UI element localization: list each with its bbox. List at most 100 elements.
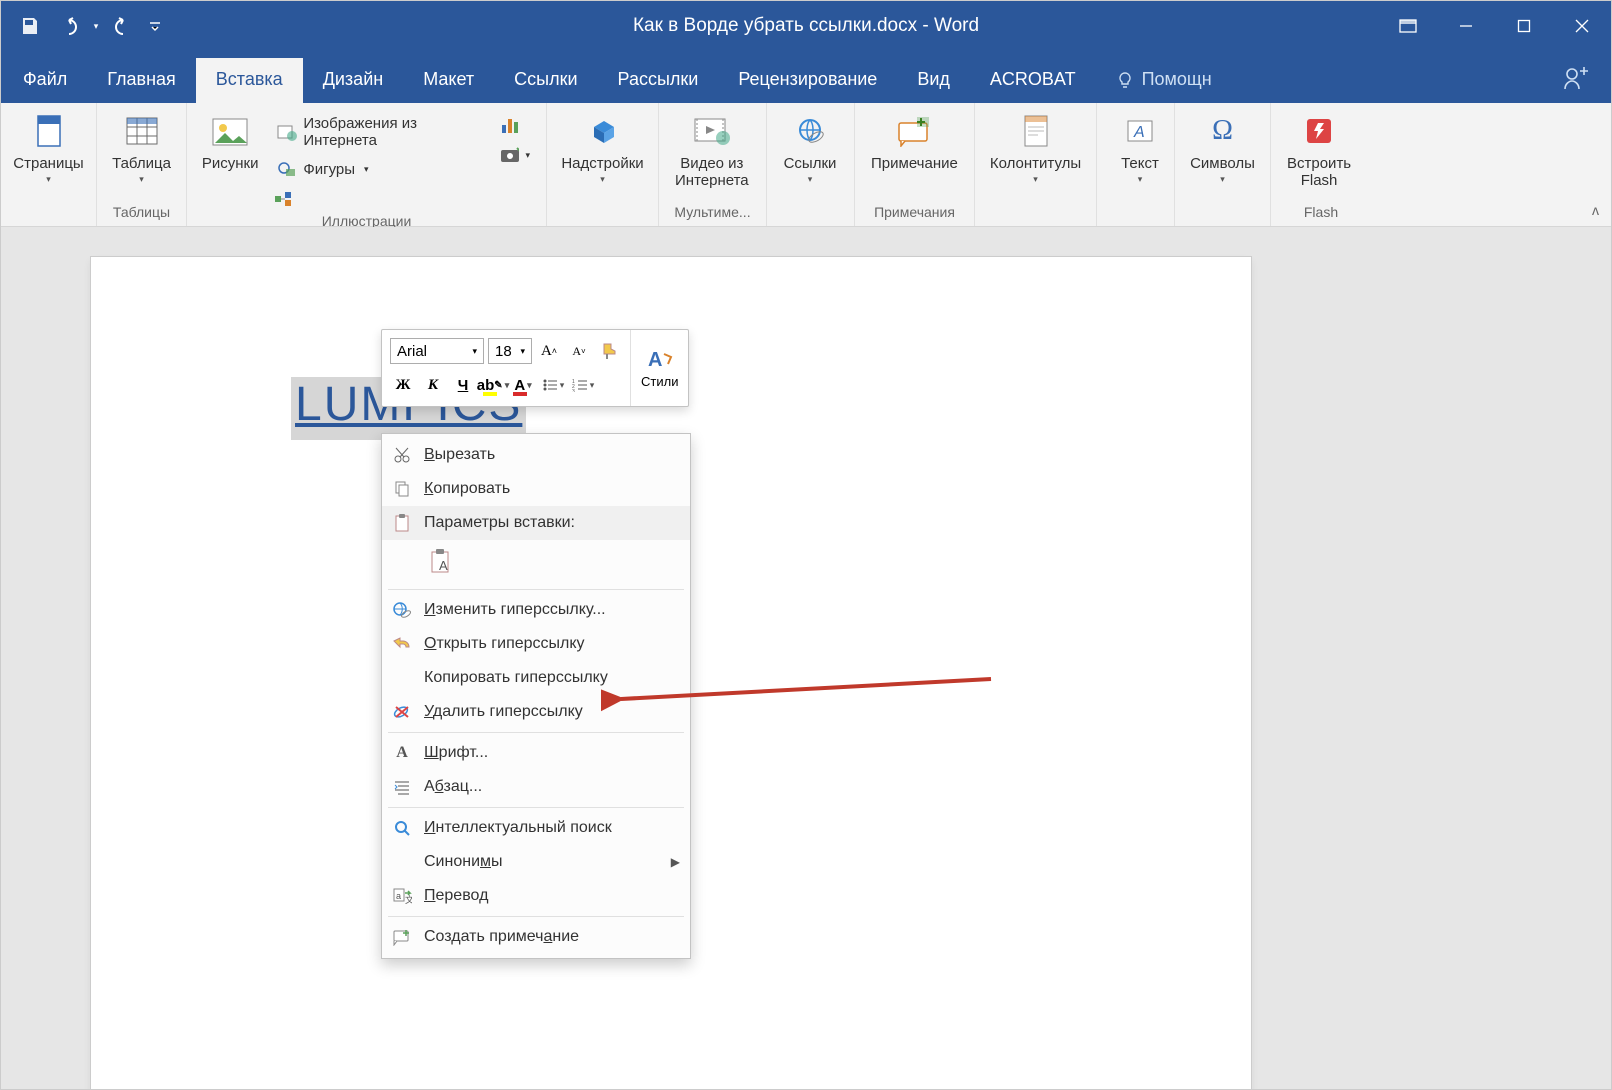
chart-button[interactable]: [497, 113, 532, 137]
tab-layout[interactable]: Макет: [403, 58, 494, 103]
ctx-cut[interactable]: Вырезать: [382, 438, 690, 472]
ctx-smart-lookup[interactable]: Интеллектуальный поиск: [382, 811, 690, 845]
font-name-combo[interactable]: Arial▾: [390, 338, 484, 364]
maximize-button[interactable]: [1495, 1, 1553, 51]
ctx-edit-hyperlink[interactable]: Изменить гиперссылку...: [382, 593, 690, 627]
share-button[interactable]: [1553, 59, 1597, 97]
ctx-synonyms[interactable]: Синонимы ▶: [382, 845, 690, 879]
bold-button[interactable]: Ж: [390, 372, 416, 398]
group-pages: Страницы ▾: [1, 103, 97, 226]
headerfooter-icon: [1016, 111, 1056, 151]
ctx-open-hyperlink[interactable]: Открыть гиперссылку: [382, 627, 690, 661]
ctx-cut-label: Вырезать: [424, 446, 495, 464]
qat-customize[interactable]: [145, 9, 165, 43]
online-pictures-label: Изображения из Интернета: [303, 115, 485, 149]
tab-review[interactable]: Рецензирование: [718, 58, 897, 103]
paste-keep-text-button[interactable]: A: [424, 544, 460, 580]
shapes-icon: [277, 159, 297, 179]
video-label: Видео изИнтернета: [675, 155, 749, 190]
tab-view[interactable]: Вид: [897, 58, 970, 103]
italic-button[interactable]: К: [420, 372, 446, 398]
tab-home[interactable]: Главная: [87, 58, 196, 103]
headerfooter-label: Колонтитулы: [990, 155, 1081, 172]
flash-label: ВстроитьFlash: [1287, 155, 1351, 190]
pictures-button[interactable]: Рисунки: [195, 107, 265, 176]
ctx-paragraph[interactable]: Абзац...: [382, 770, 690, 804]
ctx-remove-hyperlink[interactable]: Удалить гиперссылку: [382, 695, 690, 729]
shapes-button[interactable]: Фигуры▾: [271, 155, 491, 183]
document-page[interactable]: LUMPICS Arial▾ 18▾ A˄ A˅ Ж: [91, 257, 1251, 1090]
textbox-icon: A: [1120, 111, 1160, 151]
online-pictures-button[interactable]: Изображения из Интернета: [271, 111, 491, 153]
ctx-new-comment[interactable]: Создать примечание: [382, 920, 690, 954]
comment-label: Примечание: [871, 155, 958, 172]
bullets-button[interactable]: [540, 372, 566, 398]
tell-me-search[interactable]: Помощн: [1110, 58, 1218, 103]
ctx-paste-options: A: [382, 540, 690, 586]
styles-label: Стили: [641, 374, 678, 389]
ctx-paragraph-label: Абзац...: [424, 778, 482, 796]
mini-toolbar: Arial▾ 18▾ A˄ A˅ Ж К Ч ab✎ A: [381, 329, 689, 407]
undo-dropdown[interactable]: ▾: [89, 9, 103, 43]
paragraph-icon: [390, 775, 414, 799]
tab-acrobat[interactable]: ACROBAT: [970, 58, 1096, 103]
font-color-button[interactable]: A: [510, 372, 536, 398]
underline-button[interactable]: Ч: [450, 372, 476, 398]
svg-text:文: 文: [405, 894, 412, 905]
tab-design[interactable]: Дизайн: [303, 58, 404, 103]
text-button[interactable]: A Текст ▾: [1105, 107, 1175, 189]
tab-mailings[interactable]: Рассылки: [598, 58, 719, 103]
shrink-font-button[interactable]: A˅: [566, 338, 592, 364]
group-symbols: Ω Символы ▾: [1175, 103, 1271, 226]
smartart-button[interactable]: [271, 185, 491, 213]
scissors-icon: [390, 443, 414, 467]
tab-references[interactable]: Ссылки: [494, 58, 597, 103]
table-icon: [122, 111, 162, 151]
pictures-icon: [210, 111, 250, 151]
new-comment-icon: [390, 925, 414, 949]
close-button[interactable]: [1553, 1, 1611, 51]
undo-button[interactable]: [51, 9, 85, 43]
group-text: A Текст ▾: [1097, 103, 1175, 226]
addins-button[interactable]: Надстройки ▾: [555, 107, 650, 189]
collapse-ribbon-button[interactable]: ʌ: [1592, 202, 1599, 218]
symbols-button[interactable]: Ω Символы ▾: [1183, 107, 1262, 189]
font-size-combo[interactable]: 18▾: [488, 338, 532, 364]
translate-icon: a文: [390, 884, 414, 908]
styles-icon: A: [646, 348, 674, 372]
ctx-font[interactable]: A Шрифт...: [382, 736, 690, 770]
online-pictures-icon: [277, 122, 297, 142]
table-button[interactable]: Таблица ▾: [105, 107, 178, 189]
group-addins: Надстройки ▾: [547, 103, 659, 226]
highlight-button[interactable]: ab✎: [480, 372, 506, 398]
tab-insert[interactable]: Вставка: [196, 58, 303, 103]
ribbon-display-options[interactable]: [1379, 1, 1437, 51]
links-button[interactable]: Ссылки ▾: [775, 107, 845, 189]
ribbon-tabs: Файл Главная Вставка Дизайн Макет Ссылки…: [1, 51, 1611, 103]
save-button[interactable]: [13, 9, 47, 43]
comment-button[interactable]: Примечание: [863, 107, 966, 176]
online-video-button[interactable]: Видео изИнтернета: [667, 107, 757, 194]
links-label: Ссылки: [784, 155, 837, 172]
pages-button[interactable]: Страницы ▾: [9, 107, 88, 189]
format-painter-button[interactable]: [596, 338, 622, 364]
ctx-translate[interactable]: a文 Перевод: [382, 879, 690, 913]
numbering-button[interactable]: 123: [570, 372, 596, 398]
minimize-button[interactable]: [1437, 1, 1495, 51]
group-illustrations: Рисунки Изображения из Интернета Фигуры▾: [187, 103, 547, 226]
font-icon: A: [390, 741, 414, 765]
ctx-copy-hyperlink[interactable]: Копировать гиперссылку: [382, 661, 690, 695]
headerfooter-button[interactable]: Колонтитулы ▾: [983, 107, 1088, 189]
redo-button[interactable]: [107, 9, 141, 43]
flash-button[interactable]: ВстроитьFlash: [1279, 107, 1359, 194]
screenshot-button[interactable]: ▾: [497, 143, 532, 167]
page-icon: [29, 111, 69, 151]
tab-file[interactable]: Файл: [3, 58, 87, 103]
styles-button[interactable]: A Стили: [630, 330, 688, 406]
ctx-open-link-label: Открыть гиперссылку: [424, 635, 585, 653]
ctx-copy[interactable]: Копировать: [382, 472, 690, 506]
grow-font-button[interactable]: A˄: [536, 338, 562, 364]
group-media: Видео изИнтернета Мультиме...: [659, 103, 767, 226]
text-label: Текст: [1121, 155, 1159, 172]
numbering-icon: 123: [572, 378, 588, 392]
